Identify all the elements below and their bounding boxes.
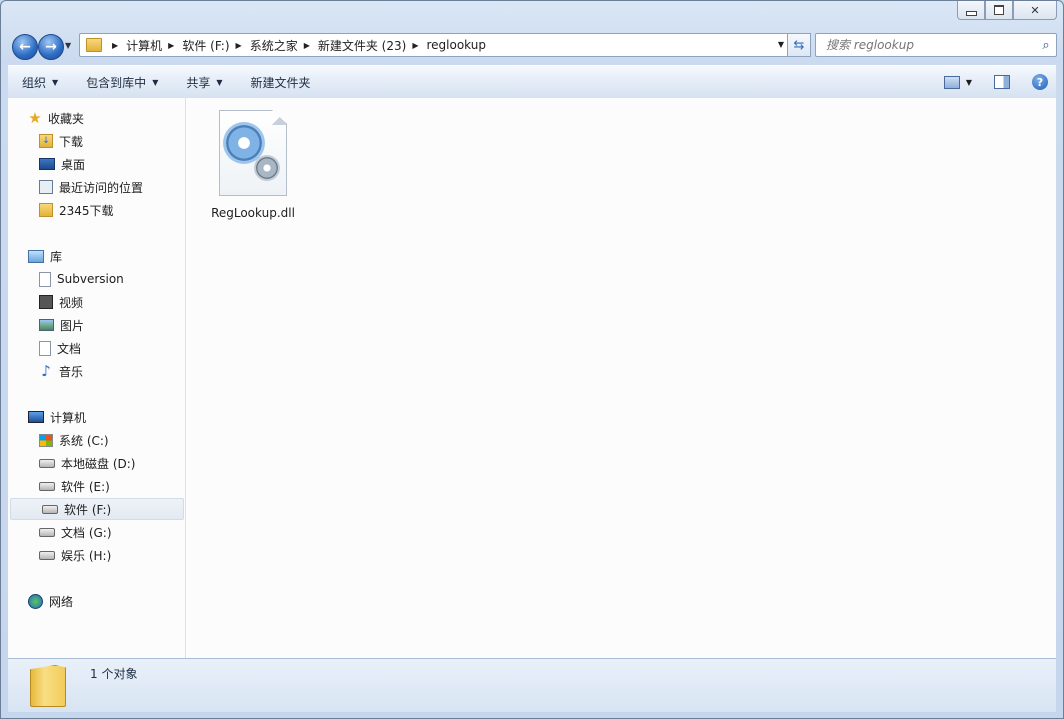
details-pane: 1 个对象 <box>8 658 1056 712</box>
sidebar-item-music[interactable]: ♪ 音乐 <box>8 360 184 382</box>
file-item[interactable]: RegLookup.dll <box>206 110 300 220</box>
desktop-icon <box>39 158 55 170</box>
forward-button[interactable]: → <box>38 34 64 60</box>
sidebar-item-documents[interactable]: 文档 <box>8 337 184 359</box>
video-icon <box>39 295 53 309</box>
explorer-window: ✕ ← → ▼ ▶ 计算机 ▶ 软件 (F:) ▶ 系统之家 ▶ 新建文件夹 (23)… <box>0 0 1064 719</box>
sidebar-item-downloads[interactable]: ↓ 下载 <box>8 130 184 152</box>
sidebar-item-drive-h[interactable]: 娱乐 (H:) <box>8 544 184 566</box>
maximize-button[interactable] <box>985 1 1013 20</box>
computer-icon <box>28 411 44 423</box>
sidebar-item-drive-g[interactable]: 文档 (G:) <box>8 521 184 543</box>
folder-icon <box>30 665 66 707</box>
minimize-button[interactable] <box>957 1 985 20</box>
breadcrumb-drive-f[interactable]: 软件 (F:) ▶ <box>182 37 249 54</box>
sidebar-item-recent-places[interactable]: 最近访问的位置 <box>8 176 184 198</box>
chevron-down-icon: ▼ <box>152 77 159 87</box>
preview-pane-icon[interactable] <box>994 75 1010 89</box>
share-menu[interactable]: 共享 ▼ <box>172 66 236 98</box>
breadcrumb-reglookup[interactable]: reglookup <box>426 38 486 52</box>
hard-drive-icon <box>39 481 55 491</box>
downloads-folder-icon: ↓ <box>39 134 53 148</box>
chevron-down-icon: ▼ <box>52 77 59 87</box>
libraries-icon <box>28 249 44 263</box>
sidebar-item-drive-f[interactable]: 软件 (F:) <box>10 498 184 520</box>
sidebar-network[interactable]: 网络 <box>8 590 184 612</box>
sidebar-item-subversion[interactable]: Subversion <box>8 268 184 290</box>
search-box[interactable]: ⌕ <box>815 33 1057 57</box>
view-options-dropdown[interactable]: ▼ <box>966 78 972 87</box>
include-in-library-menu[interactable]: 包含到库中 ▼ <box>72 66 172 98</box>
recent-places-icon <box>39 180 53 194</box>
navigation-row: ← → ▼ ▶ 计算机 ▶ 软件 (F:) ▶ 系统之家 ▶ 新建文件夹 (23) ▶ … <box>9 31 1057 61</box>
file-name: RegLookup.dll <box>211 206 295 220</box>
network-icon <box>28 593 43 609</box>
breadcrumb-new-folder-23[interactable]: 新建文件夹 (23) ▶ <box>318 37 427 54</box>
breadcrumb-root[interactable]: ▶ <box>106 41 126 50</box>
new-folder-button[interactable]: 新建文件夹 <box>237 66 325 98</box>
change-view-icon[interactable] <box>943 75 960 89</box>
chevron-down-icon: ▼ <box>216 77 223 87</box>
document-library-icon <box>39 271 51 287</box>
picture-icon <box>39 319 54 331</box>
sidebar-item-drive-d[interactable]: 本地磁盘 (D:) <box>8 452 184 474</box>
refresh-button[interactable]: ⇆ <box>787 33 811 57</box>
folder-icon <box>86 38 102 52</box>
caption-buttons: ✕ <box>957 1 1057 20</box>
file-list[interactable]: RegLookup.dll <box>186 98 1056 658</box>
recent-pages-dropdown[interactable]: ▼ <box>65 41 71 50</box>
hard-drive-icon <box>39 458 55 468</box>
search-icon[interactable]: ⌕ <box>1036 38 1056 53</box>
dll-gear-icon <box>219 110 287 196</box>
system-drive-icon <box>39 433 53 447</box>
star-icon: ★ <box>28 109 42 127</box>
sidebar-item-pictures[interactable]: 图片 <box>8 314 184 336</box>
sidebar-favorites[interactable]: ★ 收藏夹 <box>8 107 184 129</box>
sidebar-libraries[interactable]: 库 <box>8 245 184 267</box>
content-area: ★ 收藏夹 ↓ 下载 桌面 最近访问的位置 2345下载 库 Subversio… <box>8 98 1056 658</box>
folder-icon <box>39 203 53 217</box>
sidebar-item-2345-downloads[interactable]: 2345下载 <box>8 199 184 221</box>
back-button[interactable]: ← <box>12 34 38 60</box>
sidebar-item-videos[interactable]: 视频 <box>8 291 184 313</box>
close-button[interactable]: ✕ <box>1013 1 1057 20</box>
document-icon <box>39 340 51 356</box>
address-dropdown-icon[interactable]: ▼ <box>778 40 784 49</box>
hard-drive-icon <box>42 504 58 514</box>
breadcrumb-xitongzhijia[interactable]: 系统之家 ▶ <box>250 37 318 54</box>
hard-drive-icon <box>39 550 55 560</box>
search-input[interactable] <box>824 37 1036 53</box>
sidebar-item-drive-e[interactable]: 软件 (E:) <box>8 475 184 497</box>
music-note-icon: ♪ <box>41 362 51 380</box>
hard-drive-icon <box>39 527 55 537</box>
navigation-pane[interactable]: ★ 收藏夹 ↓ 下载 桌面 最近访问的位置 2345下载 库 Subversio… <box>8 98 186 658</box>
sidebar-computer[interactable]: 计算机 <box>8 406 184 428</box>
item-count: 1 个对象 <box>90 667 138 681</box>
sidebar-item-drive-c[interactable]: 系统 (C:) <box>8 429 184 451</box>
sidebar-item-desktop[interactable]: 桌面 <box>8 153 184 175</box>
command-bar: 组织 ▼ 包含到库中 ▼ 共享 ▼ 新建文件夹 ▼ ? <box>8 65 1056 99</box>
help-icon[interactable]: ? <box>1032 74 1048 90</box>
organize-menu[interactable]: 组织 ▼ <box>8 66 72 98</box>
breadcrumb-computer[interactable]: 计算机 ▶ <box>126 37 182 54</box>
address-bar[interactable]: ▶ 计算机 ▶ 软件 (F:) ▶ 系统之家 ▶ 新建文件夹 (23) ▶ regloo… <box>79 33 789 57</box>
